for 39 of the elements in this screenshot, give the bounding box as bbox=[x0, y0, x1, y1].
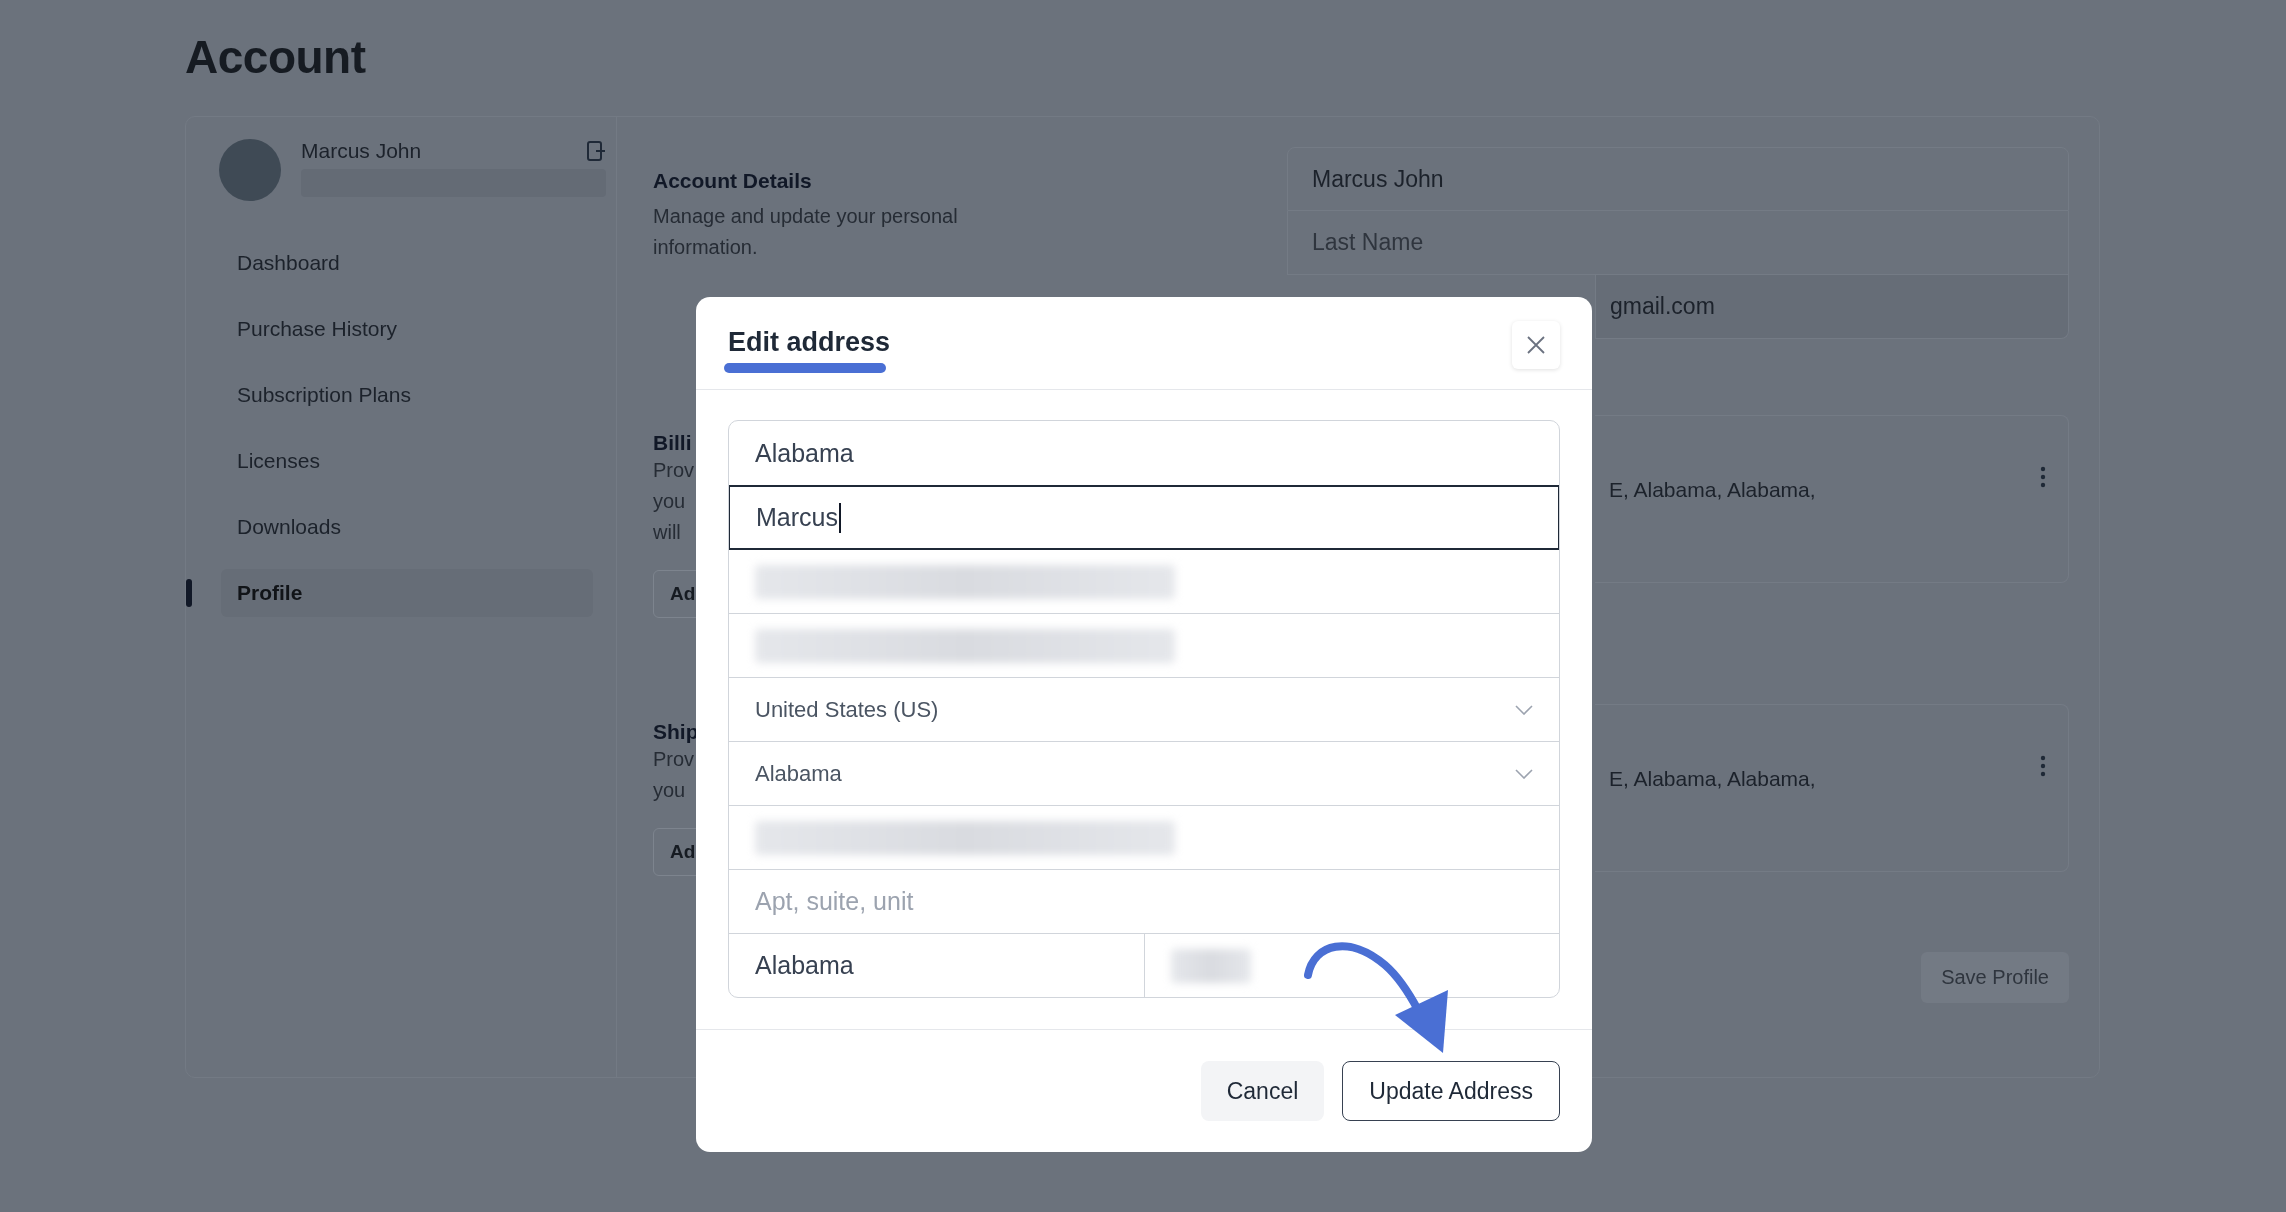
address-text: E, Alabama, Alabama, bbox=[1609, 767, 1816, 791]
input-field[interactable]: Apt, suite, unit bbox=[729, 870, 1559, 933]
address-text: E, Alabama, Alabama, bbox=[1609, 478, 1816, 502]
section-heading: Account Details bbox=[653, 169, 812, 193]
section-description: Prov bbox=[653, 747, 695, 772]
section-description: Manage and update your personal information. bbox=[653, 204, 959, 260]
chevron-down-icon bbox=[1515, 704, 1533, 715]
input-field[interactable]: Marcus bbox=[729, 485, 1559, 550]
section-heading: Ship bbox=[653, 720, 699, 744]
sidebar-item[interactable]: Subscription Plans bbox=[221, 371, 593, 419]
chevron-down-icon bbox=[1515, 768, 1533, 779]
input-field[interactable]: Marcus John bbox=[1287, 147, 2069, 211]
logout-icon[interactable] bbox=[586, 140, 606, 162]
section-heading: Billi bbox=[653, 431, 692, 455]
sidebar-item[interactable]: Dashboard bbox=[221, 239, 593, 287]
section-description: Prov bbox=[653, 458, 695, 483]
more-icon[interactable] bbox=[2040, 755, 2046, 777]
update-address-button[interactable]: Update Address bbox=[1342, 1061, 1560, 1121]
sidebar-item[interactable]: Licenses bbox=[221, 437, 593, 485]
cancel-button[interactable]: Cancel bbox=[1200, 1061, 1325, 1121]
dialog-title: Edit address bbox=[728, 327, 891, 357]
more-icon[interactable] bbox=[2040, 466, 2046, 488]
input-field[interactable]: Alabama bbox=[729, 421, 1559, 485]
input-field[interactable]: gmail.com bbox=[1595, 275, 2069, 339]
save-profile-button[interactable]: Save Profile bbox=[1921, 952, 2069, 1003]
select-field[interactable]: United States (US) bbox=[729, 678, 1559, 741]
close-button[interactable] bbox=[1512, 321, 1560, 369]
section-description: you bbox=[653, 778, 686, 803]
sidebar-item[interactable]: Purchase History bbox=[221, 305, 593, 353]
sidebar-item[interactable]: Downloads bbox=[221, 503, 593, 551]
active-indicator bbox=[186, 579, 192, 607]
page-title: Account bbox=[185, 30, 366, 84]
input-field[interactable]: Alabama bbox=[729, 934, 1144, 997]
close-icon bbox=[1526, 335, 1546, 355]
user-name: Marcus John bbox=[301, 139, 422, 163]
sidebar-item[interactable]: Profile bbox=[221, 569, 593, 617]
section-description: will bbox=[653, 520, 681, 545]
section-description: you bbox=[653, 489, 686, 514]
select-field[interactable]: Alabama bbox=[729, 742, 1559, 805]
